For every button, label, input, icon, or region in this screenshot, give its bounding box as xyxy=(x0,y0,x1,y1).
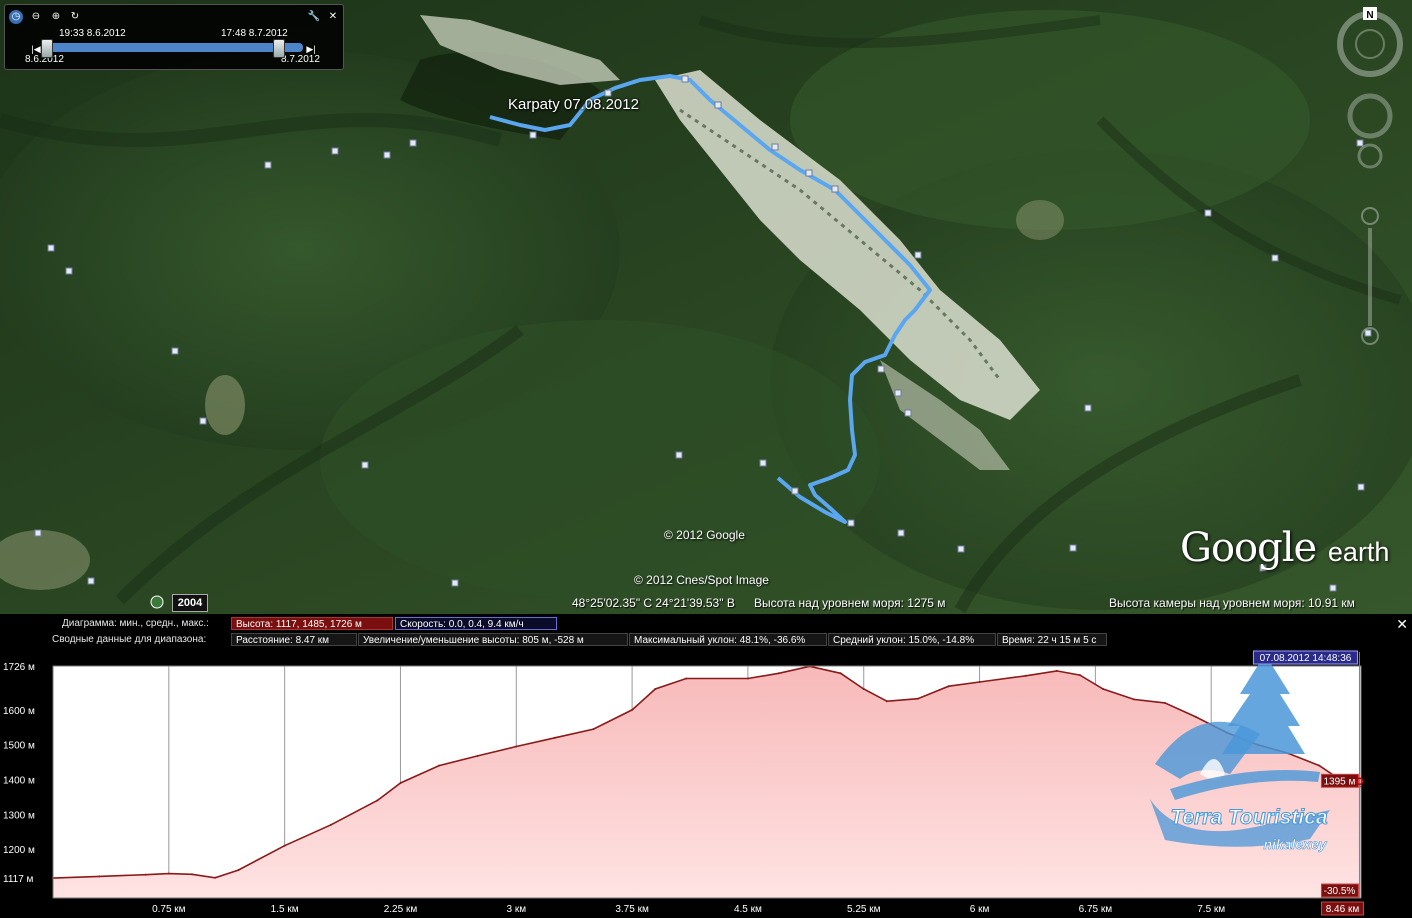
elevation-point xyxy=(862,688,865,690)
elevation-point xyxy=(916,697,919,700)
x-tick-label: 0.75 км xyxy=(152,904,186,915)
elevation-chart[interactable]: 1117 м 1200 м 1300 м 1400 м 1500 м 1600 м 1726… xyxy=(0,614,1412,918)
historical-imagery-icon[interactable] xyxy=(150,595,164,609)
navigation-control[interactable]: N xyxy=(1334,6,1406,346)
elevation-point xyxy=(685,677,688,680)
look-ring[interactable] xyxy=(1337,11,1403,77)
elevation-point xyxy=(237,869,240,872)
elevation-point xyxy=(947,685,950,688)
elevation-point xyxy=(476,754,479,757)
elevation-point xyxy=(631,708,634,711)
map-view[interactable]: ◷ ⊖ ⊕ ↻ 🔧 ✕ 19:33 8.6.2012 17:48 8.7.201… xyxy=(0,0,1412,614)
historical-year-badge[interactable]: 2004 xyxy=(172,594,208,612)
elevation-point xyxy=(654,688,657,690)
elevation-point xyxy=(330,823,332,826)
y-tick-label: 1726 м xyxy=(3,662,35,673)
x-tick-label: 7.5 км xyxy=(1197,904,1225,915)
move-ring[interactable] xyxy=(1347,93,1393,139)
cursor-distance: 8.46 км xyxy=(1326,904,1360,915)
y-tick-label: 1500 м xyxy=(3,741,35,752)
elevation-point xyxy=(144,873,147,876)
x-tick-label: 4.5 км xyxy=(734,904,762,915)
y-tick-label: 1300 м xyxy=(3,810,35,821)
time-slider-end-handle[interactable] xyxy=(273,39,285,58)
satellite-terrain xyxy=(0,0,1412,614)
street-view-icon[interactable] xyxy=(1357,143,1383,169)
zoom-in-icon[interactable]: ⊕ xyxy=(49,10,63,24)
range-start-time: 19:33 8.6.2012 xyxy=(59,28,126,39)
ground-elevation: Высота над уровнем моря: 1275 м xyxy=(754,596,946,610)
x-tick-label: 3.75 км xyxy=(615,904,649,915)
elevation-point xyxy=(167,872,170,875)
x-tick-label: 6 км xyxy=(970,904,990,915)
google-copyright: © 2012 Google xyxy=(664,528,745,542)
y-tick-label: 1200 м xyxy=(3,845,35,856)
x-tick-label: 5.25 км xyxy=(847,904,881,915)
elevation-point xyxy=(98,875,101,878)
elevation-point xyxy=(1163,701,1166,704)
cursor-coordinates: 48°25'02.35" С 24°21'39.53" В xyxy=(572,596,735,610)
cursor-elevation: 1395 м xyxy=(1324,776,1356,787)
zoom-out-icon[interactable] xyxy=(1361,327,1379,345)
elevation-profile-panel: Диаграмма: мин., средн., макс.: Высота: … xyxy=(0,614,1412,918)
zoom-out-icon[interactable]: ⊖ xyxy=(29,10,43,24)
time-slider-track[interactable] xyxy=(41,43,303,52)
elevation-point xyxy=(978,681,981,683)
elevation-point xyxy=(839,672,842,675)
elevation-point xyxy=(1318,764,1321,767)
elevation-point xyxy=(399,782,402,784)
y-tick-label: 1400 м xyxy=(3,776,35,787)
time-slider-panel: ◷ ⊖ ⊕ ↻ 🔧 ✕ 19:33 8.6.2012 17:48 8.7.201… xyxy=(4,4,344,70)
y-tick-label: 1117 м xyxy=(3,874,34,885)
elevation-point xyxy=(1024,674,1027,677)
google-earth-logo: Google earth xyxy=(1180,525,1390,571)
close-icon[interactable]: ✕ xyxy=(326,10,340,24)
x-tick-label: 2.25 км xyxy=(384,904,418,915)
elevation-point xyxy=(777,672,780,675)
max-date: 8.7.2012 xyxy=(281,54,320,65)
north-indicator: N xyxy=(1366,10,1373,21)
zoom-in-icon[interactable] xyxy=(1361,207,1379,225)
watermark-title: Terra Touristica xyxy=(1170,806,1327,829)
track-label: Karpaty 07.08.2012 xyxy=(508,96,639,113)
watermark-author: nikalexey xyxy=(1263,836,1327,852)
elevation-point xyxy=(283,844,286,847)
x-tick-label: 1.5 км xyxy=(271,904,299,915)
x-tick-label: 6.75 км xyxy=(1079,904,1113,915)
range-end-time: 17:48 8.7.2012 xyxy=(221,28,288,39)
clock-icon[interactable]: ◷ xyxy=(9,10,23,24)
elevation-point xyxy=(515,745,518,748)
elevation-point xyxy=(592,728,595,731)
image-copyright: © 2012 Cnes/Spot Image xyxy=(634,573,769,587)
elevation-point xyxy=(376,799,379,802)
elevation-point xyxy=(1194,715,1197,718)
elevation-point xyxy=(438,764,441,767)
elevation-point xyxy=(885,700,888,703)
elevation-point xyxy=(1055,669,1058,672)
time-slider-start-handle[interactable] xyxy=(41,39,53,58)
elevation-point xyxy=(1133,698,1135,701)
wrench-icon[interactable]: 🔧 xyxy=(307,10,321,24)
elevation-point xyxy=(1102,688,1105,690)
elevation-point xyxy=(746,677,749,680)
cursor-timestamp: 07.08.2012 14:48:36 xyxy=(1260,653,1352,664)
camera-altitude: Высота камеры над уровнем моря: 10.91 км xyxy=(1109,596,1355,610)
x-tick-label: 3 км xyxy=(506,904,526,915)
refresh-icon[interactable]: ↻ xyxy=(68,10,82,24)
cursor-slope: -30.5% xyxy=(1324,886,1356,897)
elevation-point xyxy=(214,876,217,879)
elevation-point xyxy=(1078,674,1081,677)
y-tick-label: 1600 м xyxy=(3,706,35,717)
step-forward-icon[interactable]: ▶| xyxy=(304,42,318,56)
elevation-point xyxy=(553,736,556,739)
elevation-point xyxy=(191,873,193,876)
